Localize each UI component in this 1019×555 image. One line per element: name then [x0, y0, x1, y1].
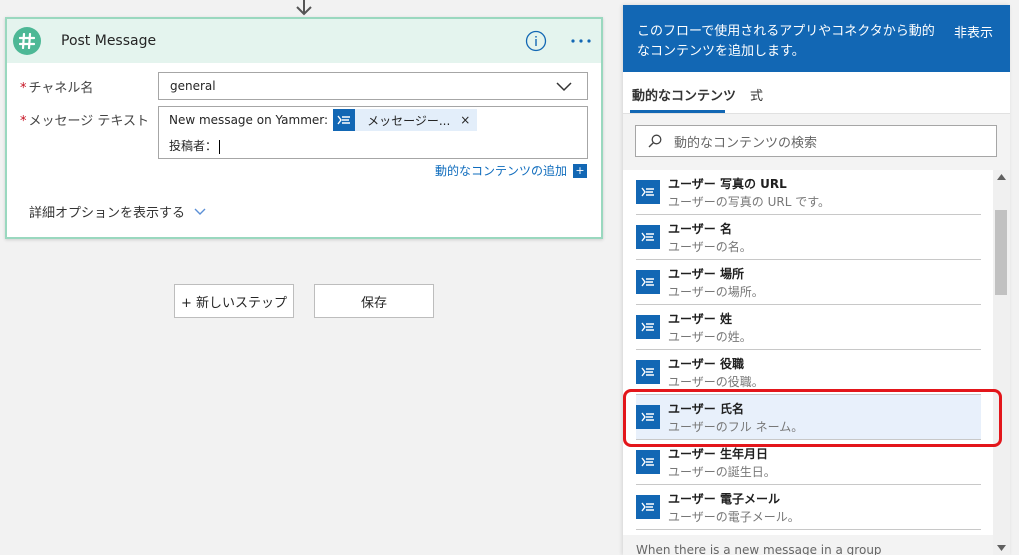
item-desc: ユーザーの役職。 — [668, 375, 764, 389]
message-text-input[interactable]: New message on Yammer: メッセージー... × 投稿者： — [158, 106, 588, 159]
advanced-options-toggle[interactable]: 詳細オプションを表示する — [29, 202, 207, 221]
message-line2: 投稿者： — [169, 139, 218, 153]
plus-icon: + — [573, 163, 587, 178]
channel-select[interactable]: general — [158, 72, 588, 100]
list-item[interactable]: ユーザー 場所 ユーザーの場所。 — [636, 260, 981, 305]
yammer-icon — [636, 225, 660, 249]
item-title: ユーザー 写真の URL — [668, 177, 787, 191]
item-title: ユーザー 役職 — [668, 357, 744, 371]
yammer-icon — [636, 315, 660, 339]
chevron-down-icon — [556, 82, 572, 92]
scroll-thumb[interactable] — [995, 210, 1007, 295]
post-message-card: Post Message * チャネル名 general * メッセージ テキスト … — [5, 17, 603, 239]
list-item[interactable]: ユーザー 写真の URL ユーザーの写真の URL です。 — [636, 170, 981, 215]
text-cursor — [219, 139, 221, 154]
dynamic-content-list: ユーザー 写真の URL ユーザーの写真の URL です。 ユーザー 名 ユーザ… — [623, 170, 993, 535]
scroll-up-icon[interactable] — [997, 174, 1006, 180]
item-desc: ユーザーの誕生日。 — [668, 465, 776, 479]
card-title: Post Message — [61, 33, 157, 49]
panel-header: このフローで使用されるアプリやコネクタから動的なコンテンツを追加します。 非表示 — [623, 5, 1010, 72]
save-button[interactable]: 保存 — [314, 284, 434, 318]
dynamic-content-search-input[interactable]: 動的なコンテンツの検索 — [635, 125, 997, 157]
card-header[interactable]: Post Message — [7, 19, 601, 63]
item-desc: ユーザーの名。 — [668, 240, 752, 254]
yammer-icon — [636, 450, 660, 474]
tab-expression[interactable]: 式 — [750, 85, 763, 104]
dynamic-token[interactable]: メッセージー... × — [333, 109, 478, 131]
channel-label: * チャネル名 — [20, 81, 94, 96]
item-title: ユーザー 名 — [668, 222, 732, 236]
add-dynamic-content-link[interactable]: 動的なコンテンツの追加 + — [435, 162, 587, 179]
new-step-button[interactable]: + 新しいステップ — [174, 284, 294, 318]
item-title: ユーザー 電子メール — [668, 492, 780, 506]
section-footer-text: When there is a new message in a group — [636, 543, 882, 555]
message-prefix: New message on Yammer: — [169, 113, 329, 127]
item-desc: ユーザーの写真の URL です。 — [668, 195, 830, 209]
more-options-icon[interactable] — [569, 33, 593, 49]
list-item[interactable]: ユーザー 電子メール ユーザーの電子メール。 — [636, 485, 981, 530]
panel-tabs: 動的なコンテンツ 式 — [623, 72, 1010, 114]
arrow-down-icon — [296, 0, 312, 16]
token-close-icon[interactable]: × — [460, 113, 477, 127]
tab-dynamic-content[interactable]: 動的なコンテンツ — [632, 85, 736, 104]
item-desc: ユーザーの姓。 — [668, 330, 752, 344]
list-item[interactable]: ユーザー 姓 ユーザーの姓。 — [636, 305, 981, 350]
highlight-annotation — [623, 389, 1002, 447]
panel-description: このフローで使用されるアプリやコネクタから動的なコンテンツを追加します。 — [637, 24, 935, 59]
token-label: メッセージー... — [367, 113, 451, 128]
dynamic-content-panel: このフローで使用されるアプリやコネクタから動的なコンテンツを追加します。 非表示… — [623, 5, 1010, 555]
search-placeholder: 動的なコンテンツの検索 — [674, 135, 818, 151]
yammer-icon — [636, 270, 660, 294]
item-title: ユーザー 場所 — [668, 267, 744, 281]
chevron-down-icon — [194, 208, 206, 215]
item-title: ユーザー 姓 — [668, 312, 732, 326]
item-title: ユーザー 生年月日 — [668, 447, 768, 461]
yammer-icon — [636, 360, 660, 384]
scroll-down-icon[interactable] — [997, 545, 1006, 551]
active-tab-indicator — [630, 110, 725, 113]
hide-button[interactable]: 非表示 — [954, 22, 993, 41]
yammer-icon — [636, 180, 660, 204]
slack-icon — [13, 27, 41, 55]
yammer-icon — [333, 109, 356, 131]
list-scrollbar[interactable] — [993, 170, 1010, 555]
list-item[interactable]: ユーザー 名 ユーザーの名。 — [636, 215, 981, 260]
yammer-icon — [636, 495, 660, 519]
item-desc: ユーザーの場所。 — [668, 285, 764, 299]
search-icon — [648, 134, 662, 148]
channel-value: general — [170, 79, 216, 93]
list-area: 動的なコンテンツの検索 ユーザー 写真の URL ユーザーの写真の URL です… — [623, 114, 1010, 555]
message-label: * メッセージ テキスト — [20, 114, 149, 129]
info-icon[interactable] — [525, 30, 547, 52]
item-desc: ユーザーの電子メール。 — [668, 510, 800, 524]
